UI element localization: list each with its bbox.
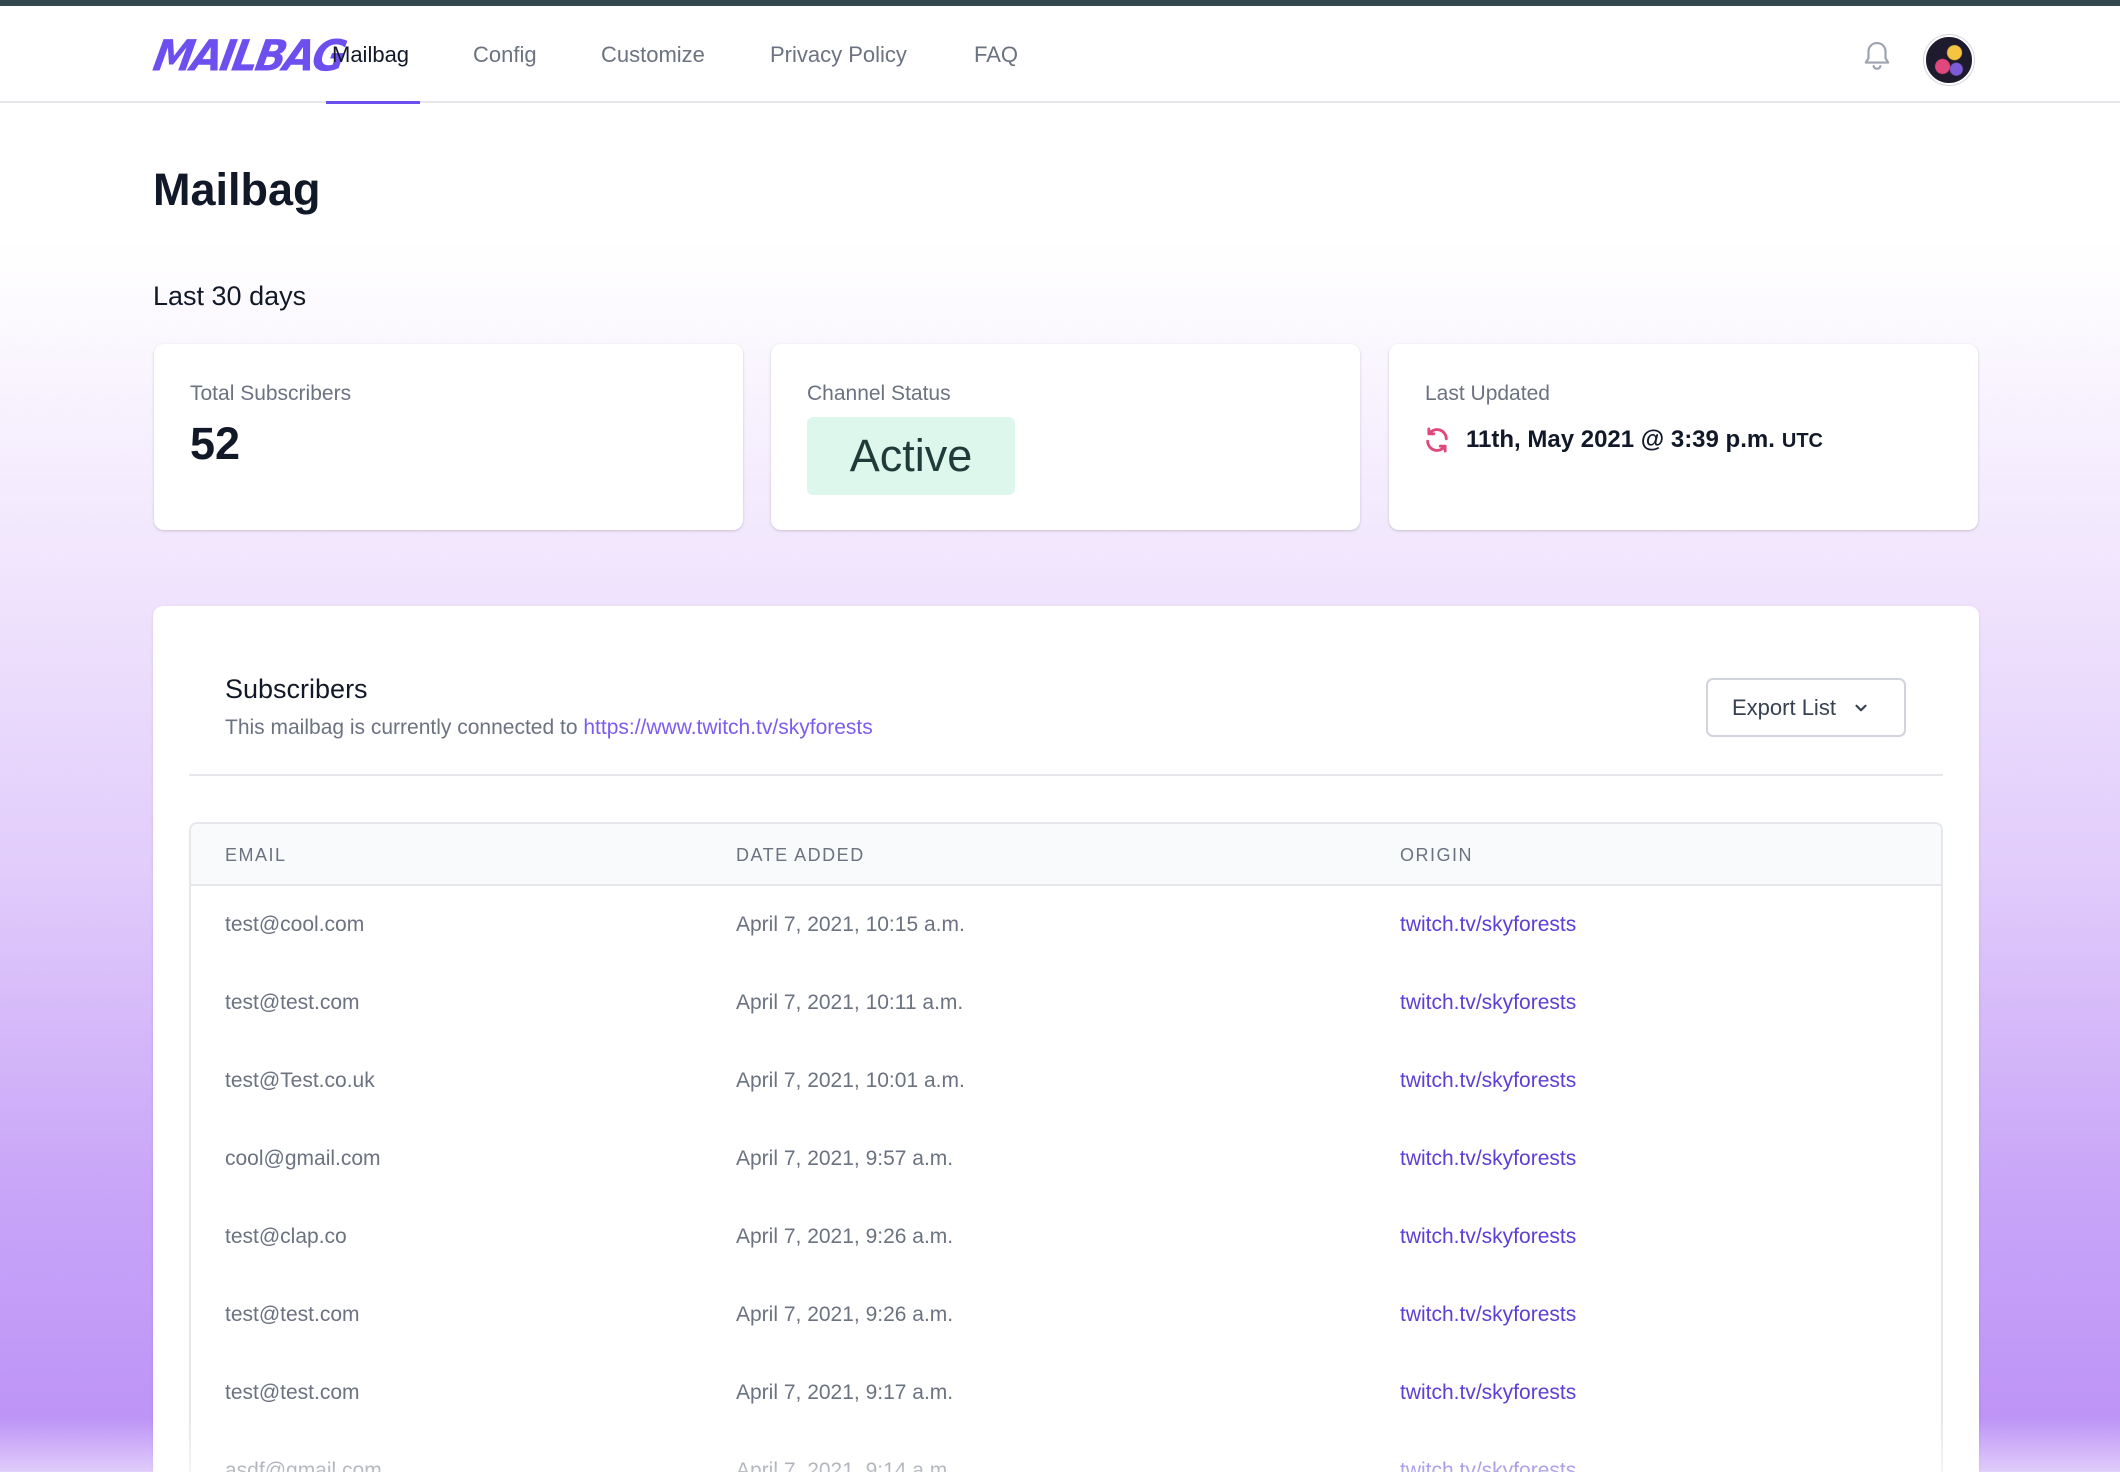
channel-status-label: Channel Status <box>807 382 951 405</box>
last-updated-label: Last Updated <box>1425 382 1550 405</box>
active-nav-indicator <box>326 101 420 104</box>
origin-link[interactable]: twitch.tv/skyforests <box>1400 1432 1576 1472</box>
table-row: test@clap.co April 7, 2021, 9:26 a.m. tw… <box>191 1198 1941 1276</box>
origin-link[interactable]: twitch.tv/skyforests <box>1400 1198 1576 1276</box>
top-navbar: MAILBAG Mailbag Config Customize Privacy… <box>0 6 2120 104</box>
chevron-down-icon <box>1855 704 1867 711</box>
subscribers-panel: Subscribers This mailbag is currently co… <box>153 606 1979 1472</box>
page-title: Mailbag <box>153 164 321 215</box>
email-cell: asdf@gmail.com <box>225 1459 382 1472</box>
table-row: test@test.com April 7, 2021, 10:11 a.m. … <box>191 964 1941 1042</box>
panel-divider <box>189 774 1943 776</box>
period-label: Last 30 days <box>153 281 307 311</box>
date-cell: April 7, 2021, 9:14 a.m. <box>736 1459 954 1472</box>
date-cell: April 7, 2021, 9:26 a.m. <box>736 1303 954 1326</box>
subscribers-table: Email Date Added Origin test@cool.com Ap… <box>189 822 1943 1472</box>
user-avatar[interactable] <box>1924 35 1974 85</box>
date-cell: April 7, 2021, 9:57 a.m. <box>736 1147 954 1170</box>
refresh-icon[interactable] <box>1423 426 1451 454</box>
column-header-origin[interactable]: Origin <box>1400 824 1473 886</box>
total-subscribers-label: Total Subscribers <box>190 382 352 405</box>
email-cell: test@test.com <box>225 991 360 1014</box>
connection-text: This mailbag is currently connected to <box>225 716 584 739</box>
export-list-button[interactable]: Export List <box>1706 678 1906 737</box>
table-row: cool@gmail.com April 7, 2021, 9:57 a.m. … <box>191 1120 1941 1198</box>
date-cell: April 7, 2021, 10:15 a.m. <box>736 913 965 936</box>
total-subscribers-card: Total Subscribers 52 <box>154 344 743 530</box>
total-subscribers-value: 52 <box>190 418 241 469</box>
channel-link[interactable]: https://www.twitch.tv/skyforests <box>583 716 872 739</box>
date-cell: April 7, 2021, 9:26 a.m. <box>736 1225 954 1248</box>
export-list-label: Export List <box>1732 694 1836 720</box>
table-row: test@cool.com April 7, 2021, 10:15 a.m. … <box>191 886 1941 964</box>
origin-link[interactable]: twitch.tv/skyforests <box>1400 1354 1576 1432</box>
origin-link[interactable]: twitch.tv/skyforests <box>1400 1042 1576 1120</box>
origin-link[interactable]: twitch.tv/skyforests <box>1400 964 1576 1042</box>
nav-item-customize[interactable]: Customize <box>601 6 705 103</box>
mailbag-logo[interactable]: MAILBAG <box>150 31 348 81</box>
email-cell: test@test.com <box>225 1381 360 1404</box>
date-cell: April 7, 2021, 10:11 a.m. <box>736 991 964 1014</box>
nav-item-mailbag[interactable]: Mailbag <box>332 6 409 103</box>
email-cell: test@clap.co <box>225 1225 347 1248</box>
email-cell: cool@gmail.com <box>225 1147 381 1170</box>
table-row: test@test.com April 7, 2021, 9:17 a.m. t… <box>191 1354 1941 1432</box>
date-cell: April 7, 2021, 10:01 a.m. <box>736 1069 965 1092</box>
table-row: asdf@gmail.com April 7, 2021, 9:14 a.m. … <box>191 1432 1941 1472</box>
status-badge: Active <box>807 417 1015 495</box>
nav-item-config[interactable]: Config <box>473 6 537 103</box>
channel-status-card: Channel Status Active <box>771 344 1360 530</box>
table-header: Email Date Added Origin <box>191 824 1941 886</box>
subscribers-title: Subscribers <box>225 674 368 704</box>
email-cell: test@Test.co.uk <box>225 1069 375 1092</box>
nav-item-faq[interactable]: FAQ <box>974 6 1018 103</box>
table-row: test@Test.co.uk April 7, 2021, 10:01 a.m… <box>191 1042 1941 1120</box>
nav-item-privacy-policy[interactable]: Privacy Policy <box>770 6 907 103</box>
origin-link[interactable]: twitch.tv/skyforests <box>1400 1120 1576 1198</box>
email-cell: test@test.com <box>225 1303 360 1326</box>
last-updated-row: 11th, May 2021 @ 3:39 p.m. UTC <box>1423 426 1823 454</box>
bell-icon[interactable] <box>1862 40 1892 74</box>
email-cell: test@cool.com <box>225 913 365 936</box>
column-header-email[interactable]: Email <box>225 824 287 886</box>
origin-link[interactable]: twitch.tv/skyforests <box>1400 886 1576 964</box>
last-updated-card: Last Updated 11th, May 2021 @ 3:39 p.m. … <box>1389 344 1978 530</box>
last-updated-value: 11th, May 2021 @ 3:39 p.m. <box>1466 426 1775 453</box>
table-row: test@test.com April 7, 2021, 9:26 a.m. t… <box>191 1276 1941 1354</box>
date-cell: April 7, 2021, 9:17 a.m. <box>736 1381 954 1404</box>
column-header-date-added[interactable]: Date Added <box>736 824 865 886</box>
subscribers-description: This mailbag is currently connected to h… <box>225 716 873 740</box>
origin-link[interactable]: twitch.tv/skyforests <box>1400 1276 1576 1354</box>
timezone-label: UTC <box>1781 430 1823 452</box>
